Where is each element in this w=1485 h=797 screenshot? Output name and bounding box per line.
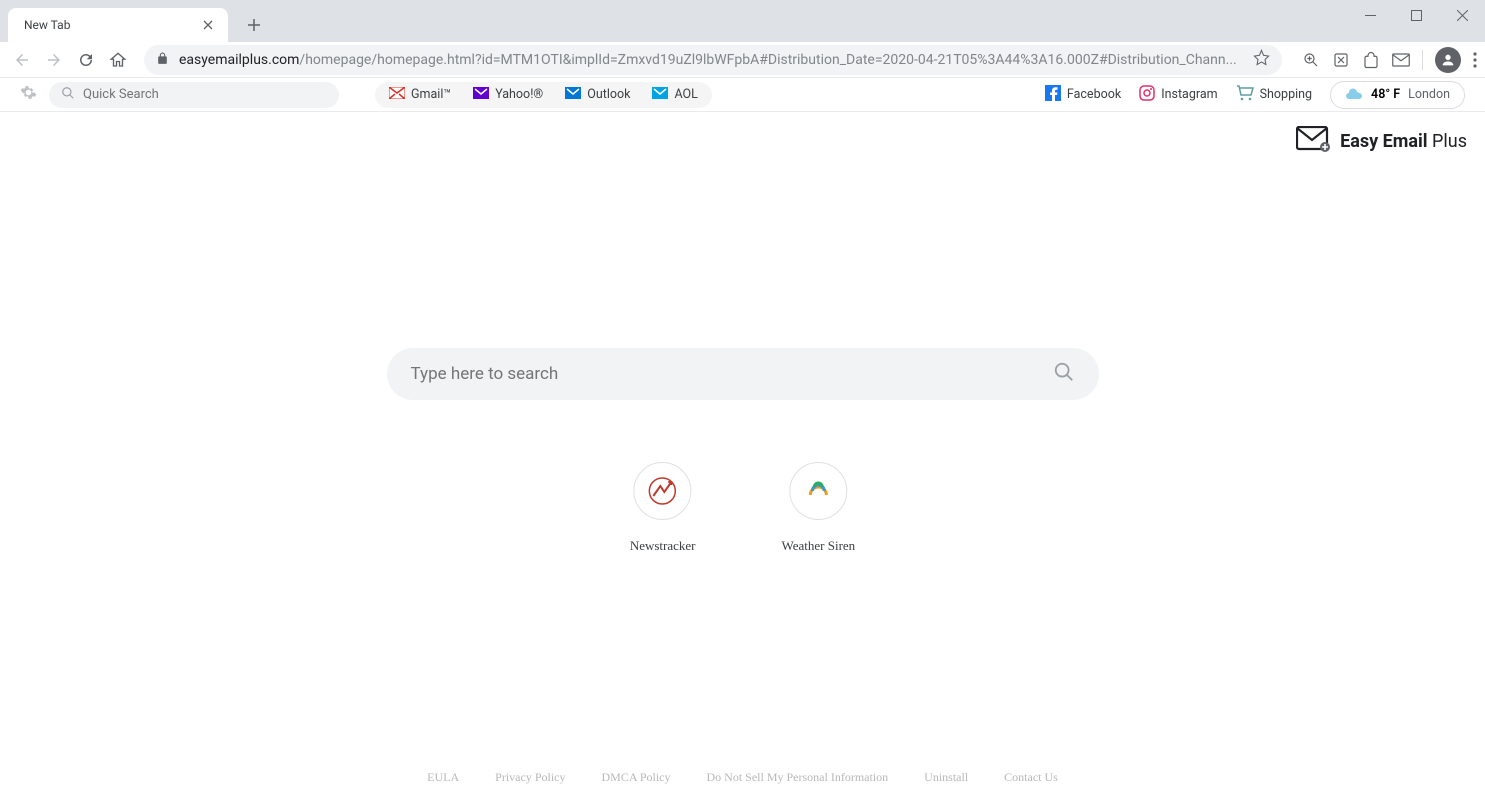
yahoo-link[interactable]: Yahoo!® [473, 87, 543, 103]
instagram-label: Instagram [1161, 87, 1217, 102]
shopping-cart-icon [1236, 85, 1254, 105]
extension-toolbar: Gmail™ Yahoo!® Outlook AOL Facebook Inst… [0, 78, 1485, 112]
instagram-icon [1139, 85, 1155, 105]
minimize-button[interactable] [1347, 0, 1393, 30]
email-links-group: Gmail™ Yahoo!® Outlook AOL [375, 82, 712, 108]
maximize-button[interactable] [1393, 0, 1439, 30]
brand-logo: Easy Email Plus [1296, 126, 1467, 156]
quick-search-box[interactable] [49, 82, 339, 108]
back-button[interactable] [8, 46, 36, 74]
cloud-icon [1345, 85, 1363, 104]
newstracker-icon [634, 462, 692, 520]
profile-avatar[interactable] [1435, 47, 1461, 73]
weather-temp: 48° F [1371, 87, 1400, 102]
gmail-link[interactable]: Gmail™ [389, 87, 451, 103]
bookmark-star-icon[interactable] [1253, 49, 1270, 70]
yahoo-icon [473, 87, 489, 103]
brand-mail-icon [1296, 126, 1332, 156]
browser-tab[interactable]: New Tab [8, 8, 228, 42]
address-bar[interactable]: easyemailplus.com/homepage/homepage.html… [144, 45, 1282, 75]
quick-search-input[interactable] [83, 87, 327, 102]
yahoo-label: Yahoo!® [495, 87, 543, 102]
toolbar-right [1302, 47, 1477, 73]
shortcut-newstracker[interactable]: Newstracker [630, 462, 696, 554]
browser-titlebar: New Tab [0, 0, 1485, 42]
footer-do-not-sell[interactable]: Do Not Sell My Personal Information [707, 770, 889, 785]
extension-bar-right: Facebook Instagram Shopping 48° F London [1045, 81, 1465, 109]
url-text: easyemailplus.com/homepage/homepage.html… [179, 52, 1245, 68]
browser-toolbar: easyemailplus.com/homepage/homepage.html… [0, 42, 1485, 78]
tab-title: New Tab [24, 18, 200, 32]
chrome-menu-icon[interactable] [1473, 52, 1477, 68]
search-icon [61, 85, 75, 104]
footer-eula[interactable]: EULA [427, 770, 459, 785]
footer-uninstall[interactable]: Uninstall [924, 770, 968, 785]
weather-location: London [1408, 87, 1450, 102]
instagram-link[interactable]: Instagram [1139, 85, 1217, 105]
shopping-label: Shopping [1260, 87, 1312, 102]
aol-label: AOL [674, 87, 697, 102]
footer-contact[interactable]: Contact Us [1004, 770, 1058, 785]
aol-icon [652, 87, 668, 103]
home-button[interactable] [104, 46, 132, 74]
footer-privacy[interactable]: Privacy Policy [495, 770, 565, 785]
facebook-icon [1045, 85, 1061, 105]
close-tab-icon[interactable] [200, 17, 216, 33]
extension-icon-1[interactable] [1332, 51, 1350, 69]
outlook-label: Outlook [587, 87, 630, 102]
gear-icon[interactable] [20, 84, 37, 105]
main-search-icon[interactable] [1053, 361, 1075, 387]
facebook-label: Facebook [1067, 87, 1121, 102]
aol-link[interactable]: AOL [652, 87, 697, 103]
reload-button[interactable] [72, 46, 100, 74]
footer-links: EULA Privacy Policy DMCA Policy Do Not S… [427, 770, 1058, 785]
new-tab-button[interactable] [240, 11, 268, 39]
shortcuts-row: Newstracker Weather Siren [630, 462, 855, 554]
main-search-input[interactable] [411, 364, 1053, 384]
outlook-link[interactable]: Outlook [565, 87, 630, 103]
extension-icon-2[interactable] [1362, 51, 1380, 69]
outlook-icon [565, 87, 581, 103]
window-controls [1347, 0, 1485, 30]
zoom-icon[interactable] [1302, 51, 1320, 69]
gmail-icon [389, 87, 405, 103]
lock-icon [156, 50, 169, 69]
shopping-link[interactable]: Shopping [1236, 85, 1312, 105]
mail-extension-icon[interactable] [1392, 53, 1410, 67]
weather-widget[interactable]: 48° F London [1330, 81, 1465, 109]
window-close-button[interactable] [1439, 0, 1485, 30]
shortcut-label: Newstracker [630, 538, 696, 554]
footer-dmca[interactable]: DMCA Policy [601, 770, 670, 785]
forward-button[interactable] [40, 46, 68, 74]
shortcut-label: Weather Siren [782, 538, 856, 554]
brand-text: Easy Email Plus [1340, 131, 1467, 152]
facebook-link[interactable]: Facebook [1045, 85, 1121, 105]
weather-siren-icon [789, 462, 847, 520]
shortcut-weather-siren[interactable]: Weather Siren [782, 462, 856, 554]
toolbar-divider [1422, 50, 1423, 70]
main-search-box[interactable] [387, 348, 1099, 400]
gmail-label: Gmail™ [411, 87, 451, 102]
